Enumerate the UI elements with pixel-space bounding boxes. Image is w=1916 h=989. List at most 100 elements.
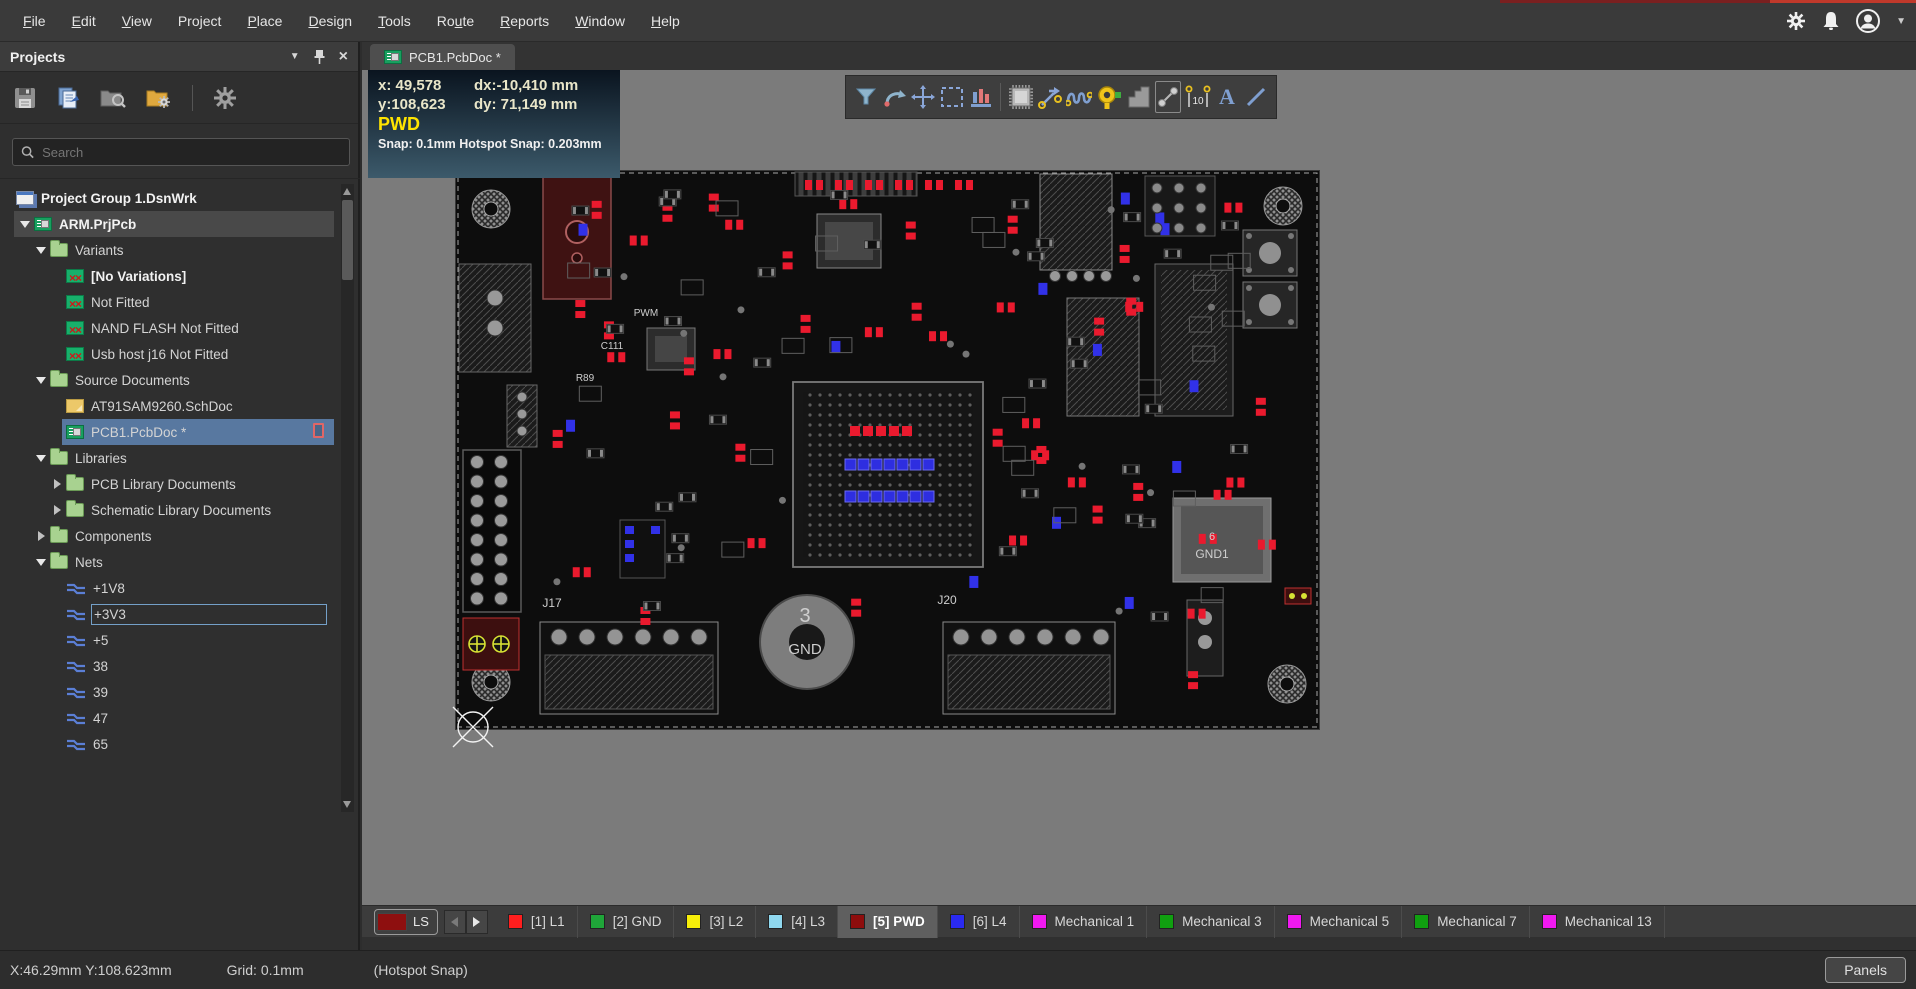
panel-dropdown-icon[interactable]: ▼ [290,51,300,62]
menu-tools[interactable]: Tools [365,7,424,35]
tree-item-3v3[interactable]: +3V3 [0,601,360,627]
tree-item-at91sam9260-schdoc[interactable]: AT91SAM9260.SchDoc [0,393,360,419]
tree-item-project-group-1-dsnwrk[interactable]: Project Group 1.DsnWrk [0,185,360,211]
move-icon[interactable] [911,81,936,113]
line-icon[interactable] [1243,81,1268,113]
layer-sets-button[interactable]: LS [374,909,438,935]
dropdown-arrow-icon[interactable]: ▼ [1896,16,1906,27]
settings-gear-icon[interactable] [1786,11,1806,31]
collapse-icon[interactable] [19,218,31,230]
variant-icon [66,321,84,335]
select-area-icon[interactable] [940,81,965,113]
scroll-layers-left-button[interactable] [444,910,466,934]
panels-button[interactable]: Panels [1825,957,1906,983]
collapse-icon[interactable] [35,556,47,568]
layer-tab-mechanical-3[interactable]: Mechanical 3 [1147,906,1275,938]
layer-tab-mechanical-1[interactable]: Mechanical 1 [1020,906,1148,938]
filter-icon[interactable] [854,81,879,113]
tree-item-nand-flash-not-fitted[interactable]: NAND FLASH Not Fitted [0,315,360,341]
layer-tab-mechanical-7[interactable]: Mechanical 7 [1402,906,1530,938]
collapse-icon[interactable] [35,374,47,386]
layer-color-swatch [1414,914,1429,929]
layer-tab-4-l3[interactable]: [4] L3 [756,906,838,938]
menu-edit[interactable]: Edit [59,7,109,35]
folder-settings-icon[interactable] [146,87,172,109]
tree-item-not-fitted[interactable]: Not Fitted [0,289,360,315]
net-icon [66,685,86,700]
tree-item-arm-prjpcb[interactable]: ARM.PrjPcb [0,211,360,237]
tree-scrollbar[interactable] [341,184,354,812]
menu-reports[interactable]: Reports [487,7,562,35]
menu-place[interactable]: Place [234,7,295,35]
expand-icon[interactable] [51,478,63,490]
tree-item-pcb-library-documents[interactable]: PCB Library Documents [0,471,360,497]
text-icon[interactable]: A [1215,81,1240,113]
layer-tab-1-l1[interactable]: [1] L1 [496,906,578,938]
scroll-layers-right-button[interactable] [466,910,488,934]
tree-item-variants[interactable]: Variants [0,237,360,263]
meander-icon[interactable] [1066,81,1092,113]
layer-tab-5-pwd[interactable]: [5] PWD [838,906,938,938]
tree-item-1v8[interactable]: +1V8 [0,575,360,601]
tree-item-65[interactable]: 65 [0,731,360,757]
menu-design[interactable]: Design [295,7,365,35]
tree-item-pcb1-pcbdoc[interactable]: PCB1.PcbDoc * [0,419,360,445]
layer-tab-mechanical-5[interactable]: Mechanical 5 [1275,906,1403,938]
pcb-editor-viewport[interactable]: x: 49,578 dx:-10,410 mm y:108,623 dy: 71… [362,70,1916,905]
menu-view[interactable]: View [109,7,165,35]
tree-item-39[interactable]: 39 [0,679,360,705]
menu-help[interactable]: Help [638,7,693,35]
window-edge-strip [1500,0,1916,3]
tree-item-usb-host-j16-not-fitted[interactable]: Usb host j16 Not Fitted [0,341,360,367]
document-tab[interactable]: PCB1.PcbDoc * [370,44,515,70]
menu-file[interactable]: File [10,7,59,35]
menu-window[interactable]: Window [562,7,638,35]
tree-item-source-documents[interactable]: Source Documents [0,367,360,393]
settings-gear-icon[interactable] [213,86,237,110]
user-avatar-icon[interactable] [1856,9,1880,33]
notifications-bell-icon[interactable] [1822,11,1840,31]
tree-item-no-variations[interactable]: [No Variations] [0,263,360,289]
pcb-board[interactable]: PWMC111R89J17J203GND6GND1 [455,170,1320,730]
document-tab-label: PCB1.PcbDoc * [409,50,501,65]
net-icon [66,607,86,622]
tree-item-nets[interactable]: Nets [0,549,360,575]
route-icon[interactable] [1038,81,1063,113]
menu-bar: FileEditViewProjectPlaceDesignToolsRoute… [0,0,1916,42]
pad-stack-icon[interactable] [968,81,993,113]
expand-icon[interactable] [51,504,63,516]
layer-tab-2-gnd[interactable]: [2] GND [578,906,675,938]
collapse-icon[interactable] [35,452,47,464]
panel-pin-icon[interactable] [314,50,325,64]
search-box[interactable] [12,138,350,166]
scrollbar-thumb[interactable] [342,200,353,280]
layer-tab-6-l4[interactable]: [6] L4 [938,906,1020,938]
measure-icon[interactable] [1155,81,1181,113]
tree-item-libraries[interactable]: Libraries [0,445,360,471]
polygon-pour-icon[interactable] [1126,81,1151,113]
collapse-icon[interactable] [35,244,47,256]
tree-item-schematic-library-documents[interactable]: Schematic Library Documents [0,497,360,523]
layer-tab-3-l2[interactable]: [3] L2 [674,906,756,938]
panel-close-icon[interactable]: × [339,48,348,66]
search-input[interactable] [42,145,341,160]
tree-item-5[interactable]: +5 [0,627,360,653]
arc-arrow-icon[interactable] [883,81,908,113]
component-icon[interactable] [1008,81,1034,113]
tree-item-38[interactable]: 38 [0,653,360,679]
menu-route[interactable]: Route [424,7,487,35]
layer-tab-mechanical-13[interactable]: Mechanical 13 [1530,906,1665,938]
tree-item-components[interactable]: Components [0,523,360,549]
tree-item-label: 39 [93,685,108,700]
scroll-up-icon[interactable] [343,188,351,195]
menu-project[interactable]: Project [165,7,235,35]
via-icon[interactable] [1096,81,1122,113]
open-folder-search-icon[interactable] [100,87,126,109]
scroll-down-icon[interactable] [343,801,351,808]
board-label-j20: J20 [937,593,957,607]
dimension-icon[interactable]: 10 [1185,81,1211,113]
compile-documents-icon[interactable] [56,86,80,110]
expand-icon[interactable] [35,530,47,542]
save-icon[interactable] [14,87,36,109]
tree-item-47[interactable]: 47 [0,705,360,731]
